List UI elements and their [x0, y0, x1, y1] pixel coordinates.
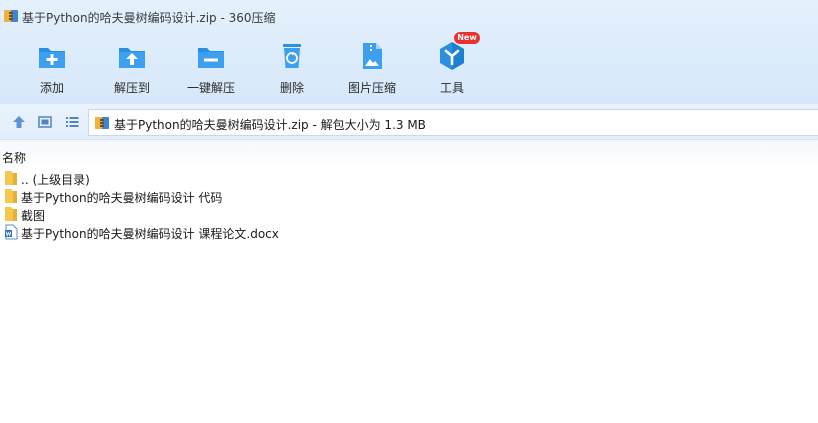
- folder-icon: [5, 207, 17, 221]
- address-row: 基于Python的哈夫曼树编码设计.zip - 解包大小为 1.3 MB: [0, 104, 818, 140]
- add-button[interactable]: 添加: [17, 38, 87, 98]
- delete-button[interactable]: 删除: [257, 38, 327, 98]
- one-click-extract-label: 一键解压: [186, 81, 235, 95]
- extract-to-label: 解压到: [113, 81, 150, 95]
- delete-label: 删除: [279, 81, 304, 95]
- column-header-name[interactable]: 名称: [2, 149, 26, 166]
- address-text: 基于Python的哈夫曼树编码设计.zip - 解包大小为 1.3 MB: [114, 118, 426, 132]
- archive-icon: [95, 117, 109, 129]
- file-list: .. (上级目录) 基于Python的哈夫曼树编码设计 代码 截图 基于Pyth…: [0, 169, 818, 241]
- image-compress-icon: [363, 43, 382, 69]
- archive-icon: [4, 10, 18, 22]
- one-click-extract-button[interactable]: 一键解压: [176, 38, 246, 98]
- toolbar: 添加 解压到 一键解压 删除 图片压缩 工具 New: [0, 32, 818, 102]
- window: 基于Python的哈夫曼树编码设计.zip - 360压缩 添加 解压到 一键解…: [0, 0, 818, 423]
- file-name: .. (上级目录): [21, 173, 90, 187]
- extract-to-folder-icon: [119, 48, 145, 68]
- folder-icon: [5, 171, 17, 185]
- image-compress-button[interactable]: 图片压缩: [337, 38, 407, 98]
- file-name: 基于Python的哈夫曼树编码设计 课程论文.docx: [21, 227, 279, 241]
- address-bar[interactable]: 基于Python的哈夫曼树编码设计.zip - 解包大小为 1.3 MB: [88, 109, 818, 136]
- tools-icon: [440, 42, 464, 70]
- up-arrow-icon[interactable]: [11, 114, 27, 130]
- tools-button[interactable]: 工具: [417, 38, 487, 98]
- list-item[interactable]: 截图: [0, 205, 818, 223]
- extract-to-button[interactable]: 解压到: [97, 38, 167, 98]
- one-click-extract-icon: [198, 48, 224, 68]
- folder-icon: [5, 189, 17, 203]
- add-folder-icon: [39, 48, 65, 68]
- header-area: 基于Python的哈夫曼树编码设计.zip - 360压缩 添加 解压到 一键解…: [0, 0, 818, 104]
- window-title: 基于Python的哈夫曼树编码设计.zip - 360压缩: [22, 11, 276, 25]
- file-name: 基于Python的哈夫曼树编码设计 代码: [21, 191, 223, 205]
- file-name: 截图: [21, 209, 46, 223]
- list-view-icon[interactable]: [64, 114, 80, 130]
- thumbnail-view-icon[interactable]: [37, 114, 53, 130]
- title-bar: 基于Python的哈夫曼树编码设计.zip - 360压缩: [0, 0, 818, 34]
- image-compress-label: 图片压缩: [347, 81, 396, 95]
- list-item[interactable]: 基于Python的哈夫曼树编码设计 课程论文.docx: [0, 223, 818, 241]
- word-document-icon: [5, 224, 18, 240]
- new-badge: New: [454, 32, 480, 44]
- add-label: 添加: [39, 81, 64, 95]
- list-item[interactable]: 基于Python的哈夫曼树编码设计 代码: [0, 187, 818, 205]
- recycle-bin-icon: [283, 44, 301, 68]
- tools-label: 工具: [439, 81, 464, 95]
- list-item[interactable]: .. (上级目录): [0, 169, 818, 187]
- file-list-header: 名称: [0, 140, 818, 168]
